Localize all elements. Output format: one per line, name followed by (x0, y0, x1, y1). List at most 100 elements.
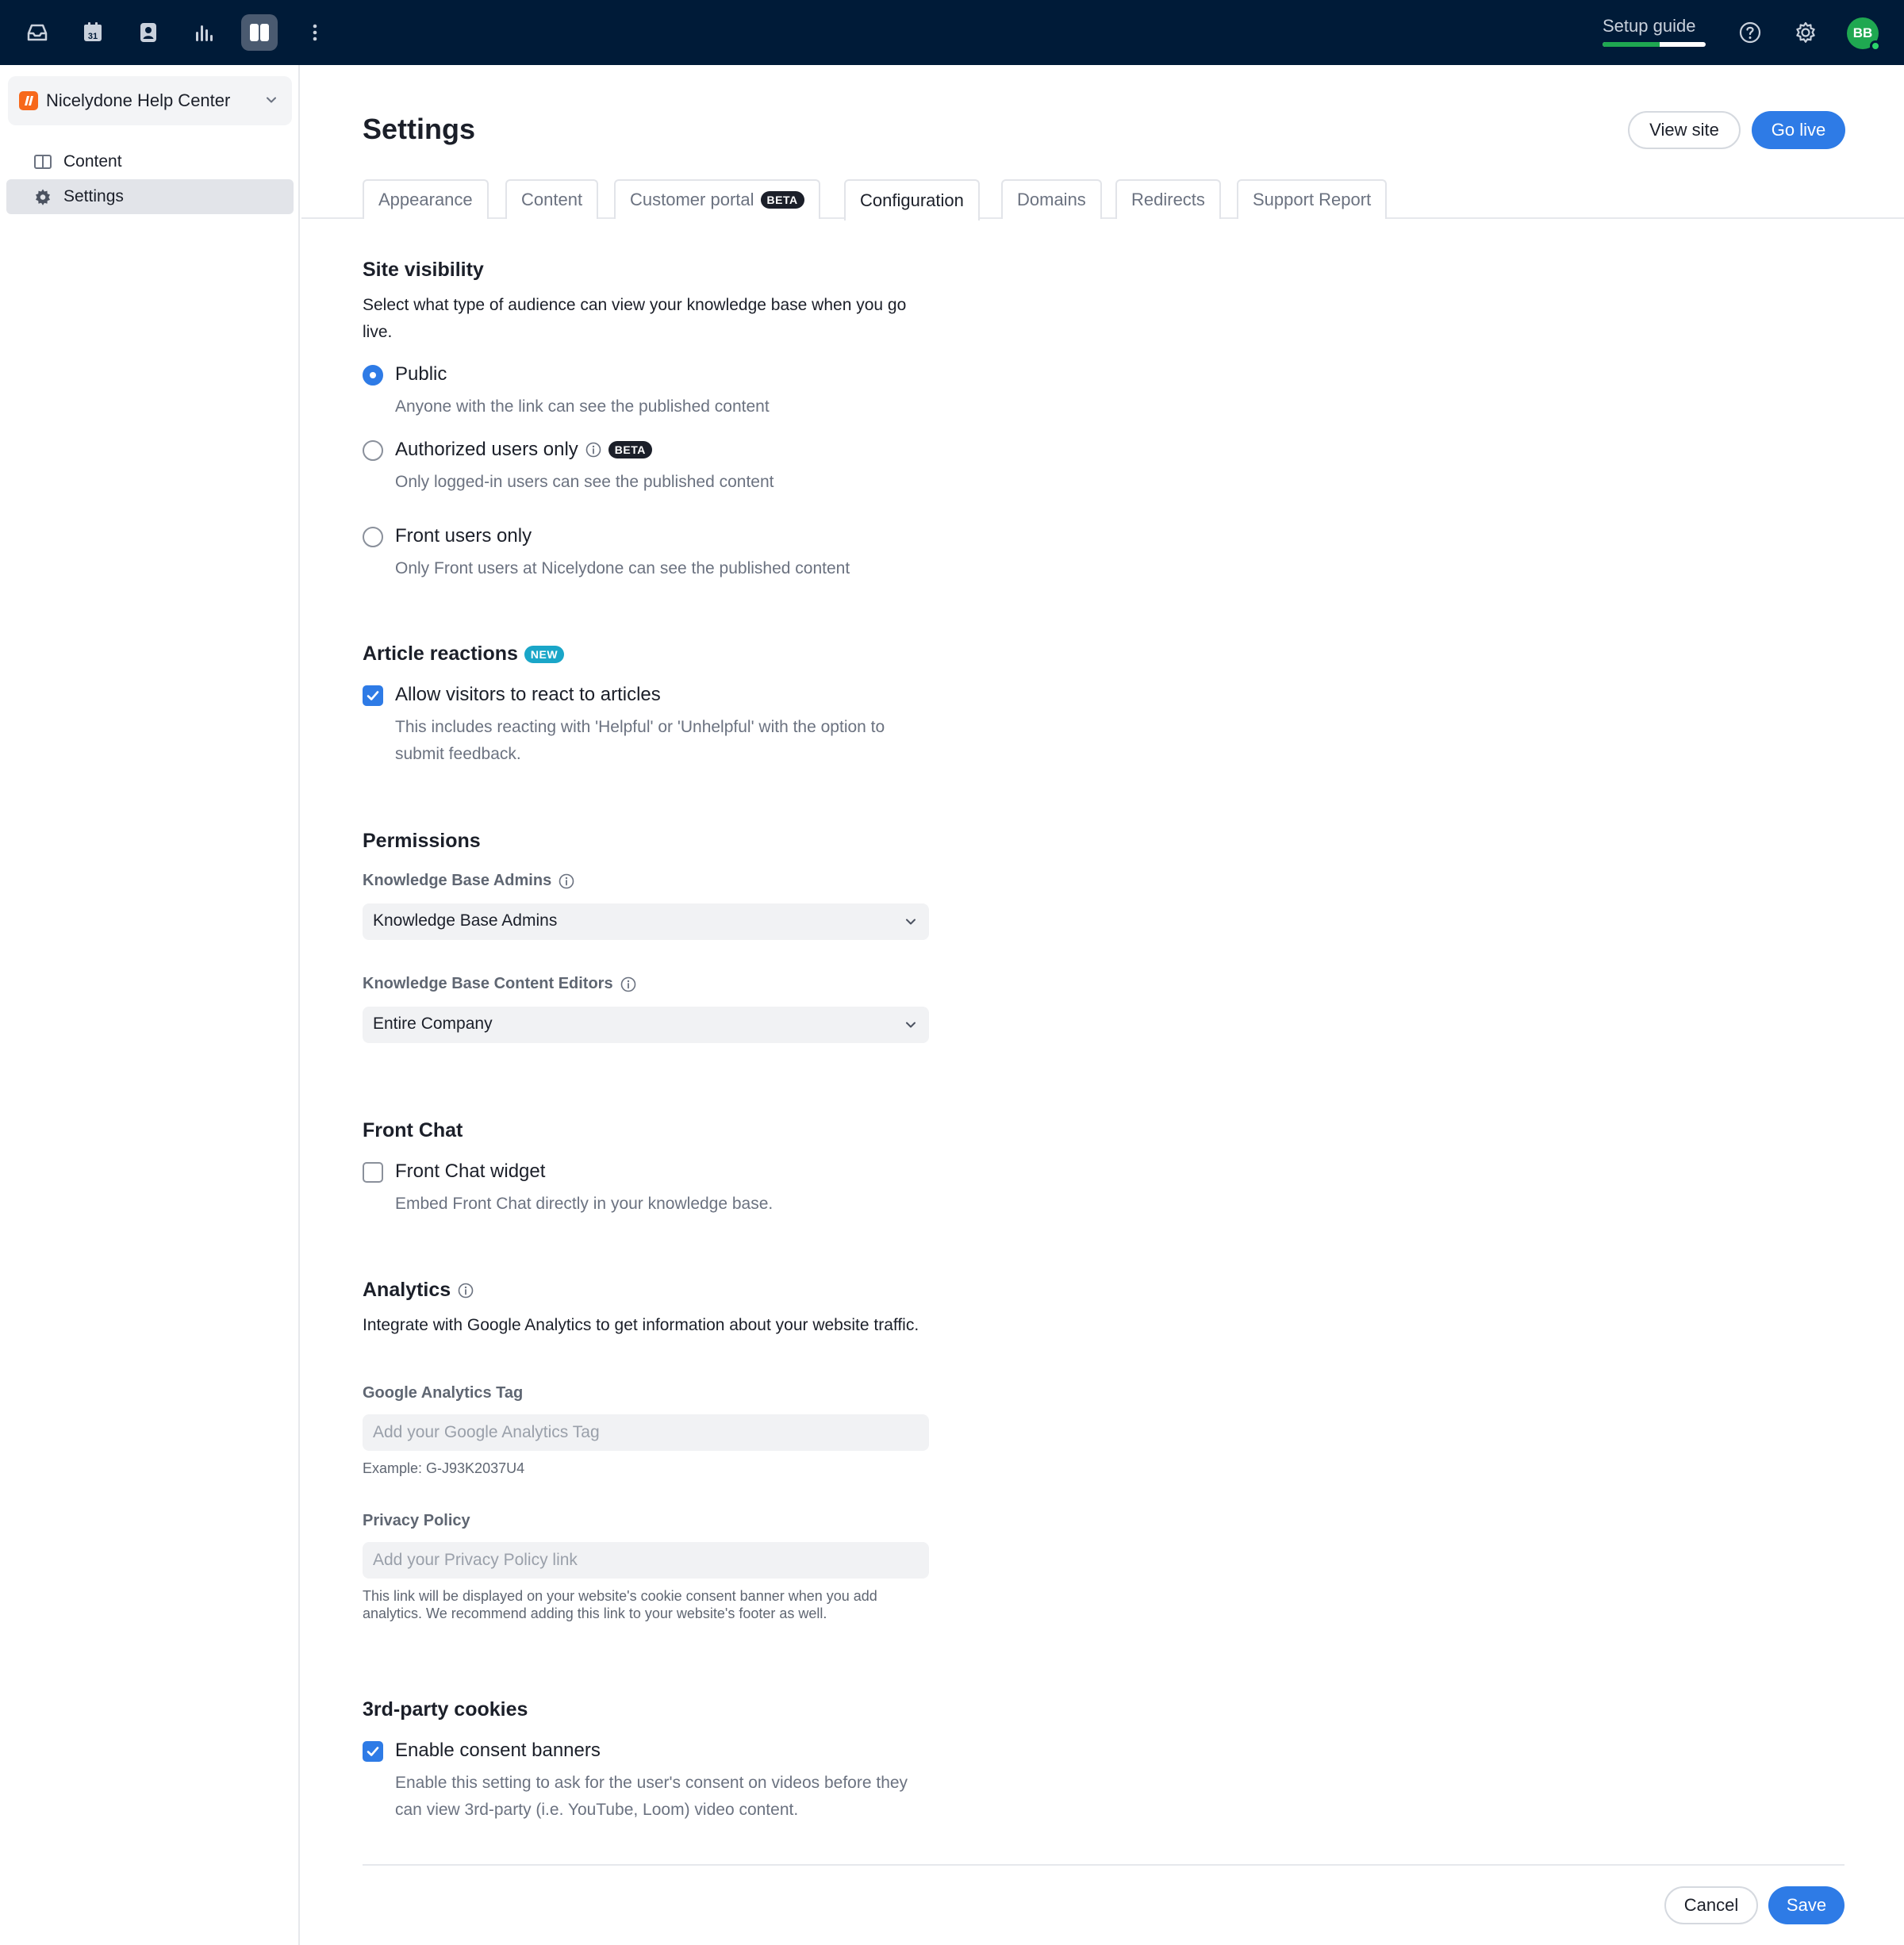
beta-badge: BETA (760, 191, 804, 209)
option-label: Front users only (395, 525, 532, 547)
radio-public[interactable] (363, 365, 383, 386)
checkbox-label: Front Chat widget (395, 1160, 546, 1182)
front-chat-widget-label[interactable]: Front Chat widget (395, 1160, 545, 1183)
cancel-button[interactable]: Cancel (1664, 1886, 1758, 1924)
tab-label: Appearance (378, 190, 473, 209)
cookies-heading: 3rd-party cookies (363, 1698, 528, 1721)
consent-banners-description: Enable this setting to ask for the user'… (395, 1774, 908, 1819)
page-title: Settings (363, 113, 476, 145)
tab-label: Redirects (1131, 190, 1205, 209)
ga-tag-input[interactable] (363, 1414, 929, 1451)
avatar-initials: BB (1852, 25, 1873, 40)
analytics-icon[interactable] (186, 14, 222, 51)
radio-authorized-users[interactable] (363, 440, 383, 461)
radio-front-users[interactable] (363, 527, 383, 547)
knowledge-base-selector[interactable]: Nicelydone Help Center (8, 76, 292, 125)
setup-guide-progress (1603, 42, 1706, 47)
option-authorized-users-label[interactable]: Authorized users only BETA (395, 439, 652, 461)
privacy-policy-hint: This link will be displayed on your webs… (363, 1588, 877, 1621)
react-to-articles-label[interactable]: Allow visitors to react to articles (395, 684, 661, 706)
site-visibility-heading: Site visibility (363, 259, 484, 281)
tab-appearance[interactable]: Appearance (363, 179, 489, 219)
gear-icon[interactable] (1787, 14, 1824, 51)
beta-badge: BETA (608, 441, 652, 458)
kb-admins-select[interactable]: Knowledge Base Admins (363, 903, 929, 940)
gear-icon (33, 188, 52, 211)
tab-label: Content (521, 190, 583, 209)
chevron-down-icon (904, 1018, 918, 1036)
front-chat-widget-description: Embed Front Chat directly in your knowle… (395, 1195, 774, 1213)
calendar-icon[interactable]: 31 (75, 14, 111, 51)
checkmark-icon (367, 1747, 379, 1756)
kb-editors-label: Knowledge Base Content Editors (363, 975, 637, 993)
field-label-text: Privacy Policy (363, 1512, 470, 1529)
setup-guide-progress-fill (1603, 42, 1660, 47)
tab-configuration[interactable]: Configuration (844, 179, 980, 221)
sidebar: Nicelydone Help Center Content Settings (0, 65, 300, 1945)
heading-text: Article reactions (363, 643, 518, 665)
new-badge: NEW (524, 645, 565, 663)
front-chat-heading: Front Chat (363, 1119, 463, 1141)
info-icon[interactable] (558, 873, 575, 890)
go-live-button[interactable]: Go live (1752, 111, 1845, 149)
tab-label: Support Report (1253, 190, 1372, 209)
setup-guide-label: Setup guide (1603, 16, 1696, 36)
online-status-dot (1870, 40, 1881, 52)
tab-redirects[interactable]: Redirects (1115, 179, 1221, 219)
avatar[interactable]: BB (1847, 17, 1881, 52)
field-label-text: Knowledge Base Admins (363, 872, 552, 889)
top-navigation-bar: 31 Setup guide BB (0, 0, 1904, 65)
knowledge-base-logo (19, 91, 38, 110)
tab-customer-portal[interactable]: Customer portal BETA (614, 179, 820, 219)
kb-admins-label: Knowledge Base Admins (363, 872, 575, 890)
tab-domains[interactable]: Domains (1001, 179, 1102, 219)
tab-label: Customer portal (630, 190, 754, 209)
sidebar-item-settings[interactable]: Settings (6, 179, 294, 214)
consent-banners-checkbox[interactable] (363, 1741, 383, 1762)
sidebar-item-label: Content (63, 152, 122, 171)
footer-divider (363, 1864, 1844, 1866)
tab-content[interactable]: Content (505, 179, 599, 219)
contacts-icon[interactable] (130, 14, 167, 51)
kb-editors-select[interactable]: Entire Company (363, 1007, 929, 1043)
info-icon[interactable] (620, 976, 637, 993)
front-chat-widget-checkbox[interactable] (363, 1162, 383, 1183)
info-icon[interactable] (585, 441, 602, 458)
tab-label: Domains (1017, 190, 1086, 209)
heading-text: Analytics (363, 1279, 451, 1301)
setup-guide[interactable]: Setup guide (1603, 16, 1706, 49)
option-authorized-users-description: Only logged-in users can see the publish… (395, 473, 774, 491)
help-icon[interactable] (1732, 14, 1768, 51)
more-icon[interactable] (297, 14, 333, 51)
save-button[interactable]: Save (1768, 1886, 1844, 1924)
knowledge-base-icon[interactable] (241, 14, 278, 51)
ga-tag-label: Google Analytics Tag (363, 1384, 523, 1402)
sidebar-item-content[interactable]: Content (6, 144, 294, 179)
select-value: Knowledge Base Admins (373, 911, 558, 930)
privacy-policy-input[interactable] (363, 1542, 929, 1579)
inbox-icon[interactable] (19, 14, 56, 51)
analytics-description: Integrate with Google Analytics to get i… (363, 1316, 919, 1334)
ga-tag-example: Example: G-J93K2037U4 (363, 1460, 525, 1476)
site-visibility-description: Select what type of audience can view yo… (363, 296, 907, 341)
consent-banners-label[interactable]: Enable consent banners (395, 1740, 601, 1762)
tab-support-report[interactable]: Support Report (1237, 179, 1388, 219)
checkbox-label: Allow visitors to react to articles (395, 684, 661, 705)
option-public-label[interactable]: Public (395, 363, 447, 386)
checkmark-icon (367, 691, 379, 700)
react-to-articles-checkbox[interactable] (363, 685, 383, 706)
chevron-down-icon (904, 915, 918, 933)
field-label-text: Knowledge Base Content Editors (363, 975, 613, 992)
permissions-heading: Permissions (363, 830, 481, 852)
option-front-users-description: Only Front users at Nicelydone can see t… (395, 559, 850, 577)
option-front-users-label[interactable]: Front users only (395, 525, 532, 547)
option-label: Authorized users only (395, 439, 578, 460)
tab-label: Configuration (860, 190, 964, 210)
field-label-text: Google Analytics Tag (363, 1384, 524, 1402)
option-label: Public (395, 363, 447, 385)
option-public-description: Anyone with the link can see the publish… (395, 397, 770, 416)
info-icon[interactable] (457, 1282, 474, 1299)
article-reactions-heading: Article reactions NEW (363, 643, 565, 666)
privacy-policy-label: Privacy Policy (363, 1512, 470, 1530)
view-site-button[interactable]: View site (1628, 111, 1741, 149)
